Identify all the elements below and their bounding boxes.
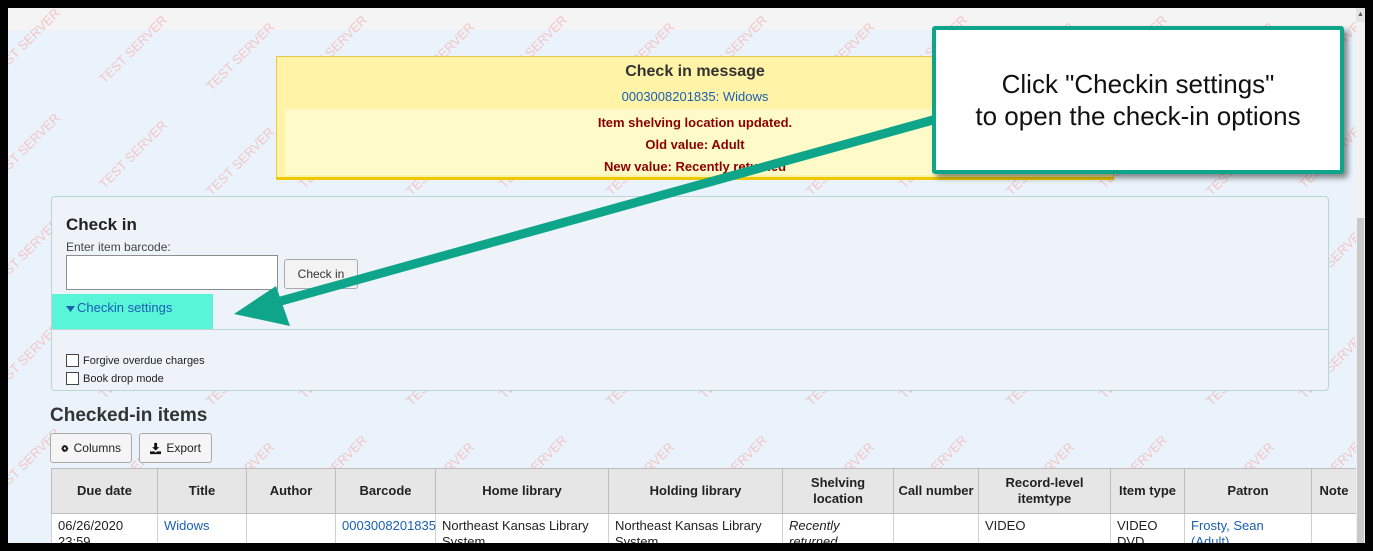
table-row: 06/26/2020 23:59 Widows 0003008201835 No…	[51, 513, 1357, 543]
screenshot-frame: TEST SERVER TEST SERVER TEST SERVER TEST SE…	[8, 8, 1365, 543]
gear-icon	[61, 444, 69, 452]
export-button[interactable]: Export	[139, 433, 212, 463]
download-icon	[150, 442, 162, 454]
checkin-settings-label: Checkin settings	[77, 300, 173, 315]
due-date-cell: 06/26/2020 23:59	[51, 513, 158, 543]
column-header[interactable]: Shelving location	[782, 468, 894, 514]
barcode-input[interactable]	[66, 255, 278, 290]
tooltip-line-2: to open the check-in options	[975, 101, 1301, 131]
holding-library-cell: Northeast Kansas Library System	[608, 513, 783, 543]
barcode-cell: 0003008201835	[335, 513, 436, 543]
watermark-text: TEST SERVER	[203, 19, 277, 93]
home-library-cell: Northeast Kansas Library System	[435, 513, 609, 543]
column-header[interactable]: Home library	[435, 468, 609, 514]
checked-in-table: Due date Title Author Barcode Home libra…	[51, 468, 1357, 543]
item-type-cell: VIDEO DVD	[1110, 513, 1185, 543]
title-link[interactable]: Widows	[164, 518, 210, 533]
column-header[interactable]: Barcode	[335, 468, 436, 514]
column-header[interactable]: Call number	[893, 468, 979, 514]
instruction-tooltip: Click "Checkin settings" to open the che…	[932, 26, 1344, 174]
checkin-button[interactable]: Check in	[284, 259, 358, 289]
column-header[interactable]: Title	[157, 468, 247, 514]
checkin-title: Check in	[66, 215, 137, 234]
book-drop-label: Book drop mode	[83, 372, 164, 385]
column-header[interactable]: Holding library	[608, 468, 783, 514]
barcode-label: Enter item barcode:	[66, 240, 171, 254]
checkin-settings-toggle[interactable]: Checkin settings	[52, 294, 213, 329]
vertical-scrollbar[interactable]: ▲	[1356, 8, 1365, 543]
columns-label: Columns	[73, 441, 121, 455]
author-cell	[246, 513, 336, 543]
watermark-text: TEST SERVER	[8, 110, 63, 184]
title-cell: Widows	[157, 513, 247, 543]
note-cell	[1311, 513, 1357, 543]
forgive-overdue-checkbox[interactable]	[66, 354, 79, 367]
forgive-overdue-option[interactable]: Forgive overdue charges	[66, 354, 205, 367]
patron-link[interactable]: Frosty, Sean (Adult)	[1191, 518, 1264, 543]
forgive-overdue-label: Forgive overdue charges	[83, 354, 205, 367]
book-drop-option[interactable]: Book drop mode	[66, 372, 164, 385]
watermark-text: TEST SERVER	[96, 117, 170, 191]
settings-divider	[52, 329, 1328, 330]
export-label: Export	[166, 441, 201, 455]
checked-in-title: Checked-in items	[50, 405, 208, 426]
columns-button[interactable]: Columns	[50, 433, 132, 463]
column-header[interactable]: Record-level itemtype	[978, 468, 1111, 514]
book-drop-checkbox[interactable]	[66, 372, 79, 385]
column-header[interactable]: Note	[1311, 468, 1357, 514]
watermark-text: TEST SERVER	[203, 124, 277, 198]
call-number-cell	[893, 513, 979, 543]
patron-cell: Frosty, Sean (Adult)	[1184, 513, 1312, 543]
caret-down-icon	[66, 305, 75, 312]
scroll-up-icon[interactable]: ▲	[1356, 8, 1365, 22]
column-header[interactable]: Due date	[51, 468, 158, 514]
checkin-panel: Check in Enter item barcode: Check in Ch…	[51, 196, 1329, 391]
barcode-link[interactable]: 0003008201835	[342, 518, 436, 533]
shelving-location-cell: Recently returned	[782, 513, 894, 543]
scrollbar-thumb[interactable]	[1357, 218, 1364, 543]
column-header[interactable]: Patron	[1184, 468, 1312, 514]
record-itemtype-cell: VIDEO	[978, 513, 1111, 543]
column-header[interactable]: Author	[246, 468, 336, 514]
tooltip-line-1: Click "Checkin settings"	[1001, 69, 1275, 99]
column-header[interactable]: Item type	[1110, 468, 1185, 514]
table-header-row: Due date Title Author Barcode Home libra…	[51, 468, 1357, 514]
